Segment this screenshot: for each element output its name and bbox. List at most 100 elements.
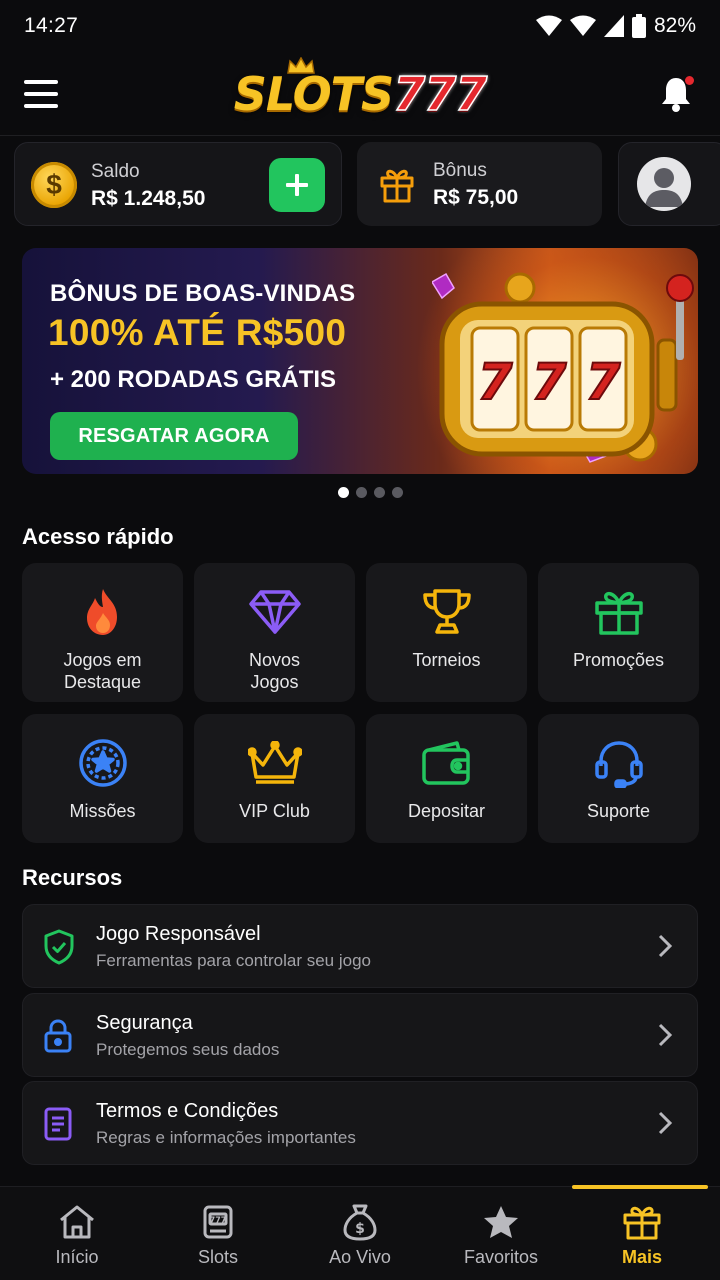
quick-new-games-label: Novos Jogos [248, 650, 301, 692]
wallet-row: $ Saldo R$ 1.248,50 Bônus R$ 75,00 [0, 142, 720, 226]
resource-title: Segurança [96, 1012, 193, 1034]
cell-signal-icon [603, 15, 624, 37]
chevron-right-icon [658, 934, 673, 958]
money-bag-icon: $ [343, 1204, 377, 1241]
slot-machine-illustration: 7 7 7 [432, 272, 694, 463]
star-icon [484, 1206, 518, 1238]
quick-tournaments[interactable]: Torneios [366, 563, 527, 702]
app-logo: SLOTS777 [234, 56, 488, 117]
svg-text:7: 7 [532, 353, 567, 411]
flame-icon [86, 589, 117, 635]
carousel-dot[interactable] [337, 487, 349, 498]
avatar [637, 157, 691, 211]
bonus-label: Bônus [433, 160, 487, 181]
nav-more[interactable]: Mais [572, 1187, 712, 1280]
chevron-right-icon [658, 1023, 673, 1047]
resource-security[interactable]: Segurança Protegemos seus dados [22, 993, 698, 1077]
headset-icon [594, 741, 643, 788]
lock-icon [44, 1019, 72, 1053]
banner-offer: 100% ATÉ R$500 [48, 312, 347, 353]
quick-deposit-label: Depositar [407, 801, 486, 821]
add-funds-button[interactable] [269, 158, 325, 212]
balance-label: Saldo [91, 161, 140, 182]
quick-tournaments-label: Torneios [412, 650, 481, 670]
bonus-card[interactable]: Bônus R$ 75,00 [357, 142, 602, 226]
balance-card: $ Saldo R$ 1.248,50 [14, 142, 342, 226]
quick-access-title: Acesso rápido [22, 524, 174, 549]
quick-missions[interactable]: Missões [22, 714, 183, 843]
nav-home[interactable]: Início [7, 1187, 147, 1280]
resource-title: Jogo Responsável [96, 923, 261, 945]
carousel-dot[interactable] [355, 487, 367, 498]
resource-terms[interactable]: Termos e Condições Regras e informações … [22, 1081, 698, 1165]
user-icon [645, 168, 683, 207]
gift-icon [623, 1206, 661, 1240]
nav-slots[interactable]: 777 Slots [148, 1187, 288, 1280]
resource-title: Termos e Condições [96, 1100, 279, 1122]
gift-icon [380, 169, 414, 203]
chevron-right-icon [658, 1111, 673, 1135]
battery-icon [631, 14, 646, 38]
quick-deposit[interactable]: Depositar [366, 714, 527, 843]
quick-support-label: Suporte [586, 801, 651, 821]
notification-dot [684, 75, 694, 85]
slot-machine-icon: 777 [203, 1205, 233, 1239]
wifi-secondary-icon [569, 15, 596, 36]
resources-title: Recursos [22, 865, 123, 890]
nav-favorites-label: Favoritos [463, 1247, 539, 1267]
logo-777-text: 777 [392, 66, 488, 121]
carousel-dot[interactable] [373, 487, 385, 498]
coin-icon: $ [31, 162, 77, 208]
resource-subtitle: Regras e informações importantes [96, 1128, 356, 1147]
nav-live[interactable]: $ Ao Vivo [290, 1187, 430, 1280]
resource-subtitle: Protegemos seus dados [96, 1040, 280, 1059]
quick-vip-club[interactable]: VIP Club [194, 714, 355, 843]
app-header: SLOTS777 [0, 52, 720, 136]
resource-responsible-gaming[interactable]: Jogo Responsável Ferramentas para contro… [22, 904, 698, 988]
banner-headline: BÔNUS DE BOAS-VINDAS [50, 280, 356, 307]
plus-icon [286, 174, 308, 196]
quick-promotions-label: Promoções [572, 650, 665, 670]
document-icon [44, 1107, 72, 1141]
wallet-icon [421, 741, 470, 785]
svg-text:777: 777 [210, 1216, 227, 1225]
quick-featured-games-label: Jogos em Destaque [63, 650, 142, 692]
quick-featured-games[interactable]: Jogos em Destaque [22, 563, 183, 702]
banner-free-spins: + 200 RODADAS GRÁTIS [50, 366, 337, 393]
quick-support[interactable]: Suporte [538, 714, 699, 843]
profile-card[interactable] [618, 142, 720, 226]
carousel-dot[interactable] [391, 487, 403, 498]
status-icons: 82% [535, 14, 696, 38]
quick-missions-label: Missões [69, 801, 136, 821]
carousel-indicator[interactable] [0, 487, 720, 498]
quick-promotions[interactable]: Promoções [538, 563, 699, 702]
logo-slots-text: SLOTS [233, 66, 394, 121]
diamond-icon [248, 590, 301, 634]
notifications-button[interactable] [656, 74, 696, 114]
bonus-value: R$ 75,00 [433, 186, 519, 209]
menu-icon[interactable] [24, 74, 64, 114]
status-time: 14:27 [24, 14, 79, 37]
promo-banner[interactable]: 7 7 7 BÔNUS DE BOAS-VINDAS 100% ATÉ R$50… [22, 248, 698, 474]
trophy-icon [422, 589, 471, 634]
shield-check-icon [44, 929, 74, 965]
nav-live-label: Ao Vivo [329, 1247, 391, 1267]
balance-value: R$ 1.248,50 [91, 187, 206, 210]
nav-favorites[interactable]: Favoritos [431, 1187, 571, 1280]
quick-new-games[interactable]: Novos Jogos [194, 563, 355, 702]
star-badge-icon [78, 739, 127, 787]
status-bar: 14:27 82% [0, 0, 720, 52]
home-icon [60, 1205, 94, 1239]
wifi-icon [535, 15, 562, 36]
gift-icon [594, 592, 643, 635]
svg-text:7: 7 [586, 353, 621, 411]
svg-text:7: 7 [478, 353, 513, 411]
svg-text:$: $ [355, 1221, 365, 1237]
nav-slots-label: Slots [197, 1247, 239, 1267]
quick-vip-club-label: VIP Club [239, 801, 310, 821]
nav-more-label: Mais [621, 1247, 663, 1267]
bottom-nav: Início 777 Slots $ Ao Vivo Favoritos Mai… [0, 1185, 720, 1280]
nav-home-label: Início [55, 1247, 99, 1267]
crown-icon [247, 741, 302, 784]
claim-now-button[interactable]: RESGATAR AGORA [50, 412, 298, 460]
